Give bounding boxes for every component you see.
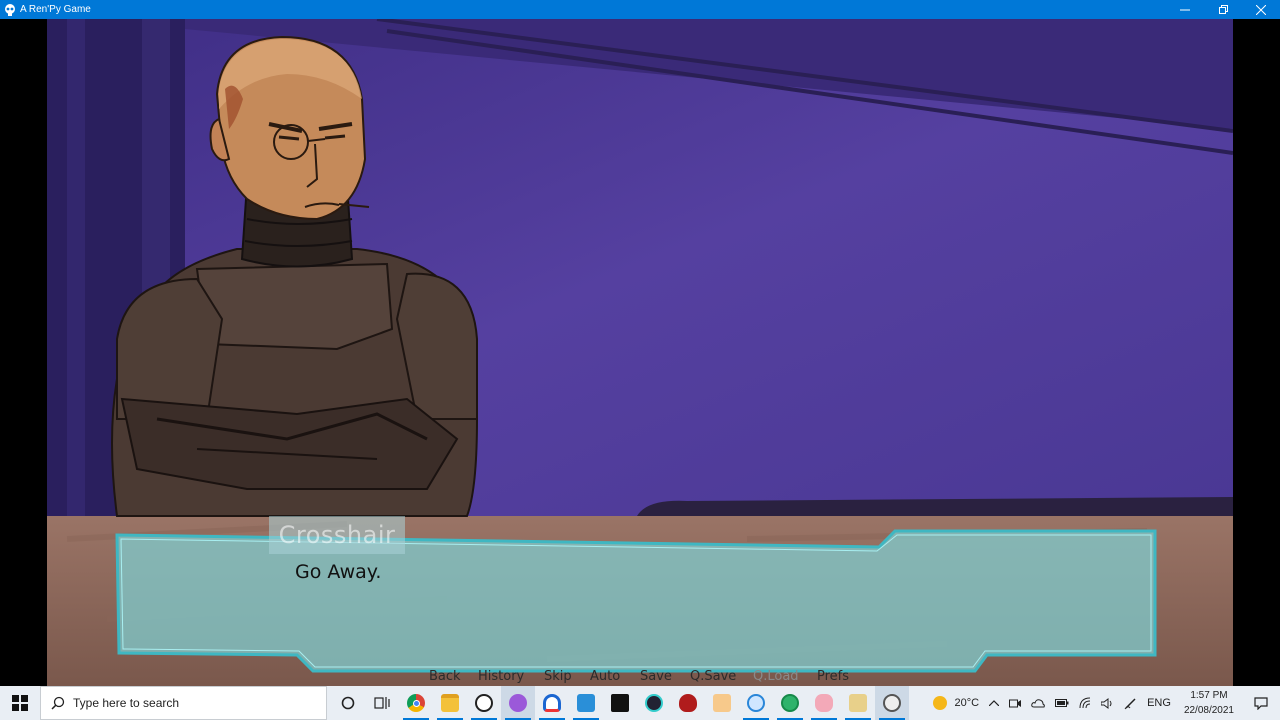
clock-date: 22/08/2021	[1183, 705, 1234, 716]
app-icon	[611, 694, 629, 712]
taskbar-app-9[interactable]	[841, 686, 875, 720]
app-icon	[509, 694, 527, 712]
quick-menu-auto[interactable]: Auto	[590, 669, 620, 684]
taskbar-app-renpy[interactable]	[875, 686, 909, 720]
taskbar: 20°C ENG 1:57 PM 22/08/2021	[0, 686, 1280, 720]
quick-menu-qsave[interactable]: Q.Save	[690, 669, 736, 684]
headphones-icon	[543, 694, 561, 712]
tray-meet-now[interactable]	[1004, 686, 1026, 720]
tray-onedrive[interactable]	[1026, 686, 1050, 720]
taskbar-search[interactable]	[40, 686, 327, 720]
window-title: A Ren'Py Game	[20, 4, 91, 15]
file-explorer-icon	[441, 694, 459, 712]
taskbar-app-chrome[interactable]	[399, 686, 433, 720]
close-button[interactable]	[1242, 0, 1280, 19]
taskbar-app-5[interactable]	[671, 686, 705, 720]
start-button[interactable]	[0, 686, 40, 720]
taskbar-app-8[interactable]	[807, 686, 841, 720]
quick-menu-back[interactable]: Back	[429, 669, 461, 684]
app-icon	[679, 694, 697, 712]
app-icon	[645, 694, 663, 712]
close-icon	[1256, 4, 1266, 15]
taskbar-app-steam[interactable]	[467, 686, 501, 720]
system-tray: 20°C ENG 1:57 PM 22/08/2021	[928, 686, 1280, 720]
taskbar-app-4[interactable]	[637, 686, 671, 720]
taskbar-app-6[interactable]	[705, 686, 739, 720]
app-icon	[849, 694, 867, 712]
quick-menu-save[interactable]: Save	[640, 669, 672, 684]
search-input[interactable]	[73, 696, 313, 710]
taskbar-app-1[interactable]	[501, 686, 535, 720]
wifi-icon	[1079, 697, 1091, 709]
taskbar-app-file-explorer[interactable]	[433, 686, 467, 720]
search-icon	[51, 696, 65, 710]
tray-wifi[interactable]	[1074, 686, 1096, 720]
window-titlebar: A Ren'Py Game	[0, 0, 1280, 19]
chrome-icon	[407, 694, 425, 712]
quick-menu-history[interactable]: History	[478, 669, 524, 684]
cloud-icon	[1031, 698, 1045, 707]
steam-icon	[475, 694, 493, 712]
cortana-button[interactable]	[331, 686, 365, 720]
clock-time: 1:57 PM	[1190, 690, 1228, 701]
app-icon	[577, 694, 595, 712]
scene-background	[47, 19, 1233, 686]
notification-icon	[1254, 696, 1268, 710]
tray-volume[interactable]	[1096, 686, 1119, 720]
weather-temp: 20°C	[954, 697, 980, 709]
taskbar-app-3[interactable]	[603, 686, 637, 720]
speaker-namebox: Crosshair	[269, 516, 405, 554]
task-view-icon	[374, 697, 390, 709]
speaker-icon	[1101, 697, 1112, 709]
app-icon	[815, 694, 833, 712]
chevron-up-icon	[989, 700, 1000, 706]
task-view-button[interactable]	[365, 686, 399, 720]
tray-language[interactable]: ENG	[1142, 686, 1176, 720]
globe-icon	[781, 694, 799, 712]
taskbar-app-2[interactable]	[569, 686, 603, 720]
quick-menu-qload[interactable]: Q.Load	[753, 669, 799, 684]
game-viewport[interactable]: Crosshair Go Away. Back History Skip Aut…	[47, 19, 1233, 686]
taskbar-app-audio[interactable]	[535, 686, 569, 720]
maximize-button[interactable]	[1204, 0, 1242, 19]
maximize-icon	[1219, 4, 1228, 14]
taskbar-app-7[interactable]	[739, 686, 773, 720]
taskbar-app-globe[interactable]	[773, 686, 807, 720]
tray-pen[interactable]	[1119, 686, 1142, 720]
quick-menu-skip[interactable]: Skip	[544, 669, 572, 684]
skull-icon	[883, 694, 901, 712]
taskbar-clock[interactable]: 1:57 PM 22/08/2021	[1176, 688, 1242, 718]
app-icon	[747, 694, 765, 712]
cortana-circle-icon	[341, 696, 355, 710]
windows-icon	[12, 695, 28, 711]
minimize-button[interactable]	[1166, 0, 1204, 19]
skull-icon	[3, 3, 16, 16]
quick-menu: Back History Skip Auto Save Q.Save Q.Loa…	[47, 669, 1233, 686]
tray-battery[interactable]	[1050, 686, 1074, 720]
pen-icon	[1124, 697, 1136, 709]
speaker-name: Crosshair	[278, 521, 396, 549]
camera-icon	[1009, 699, 1022, 708]
weather-widget[interactable]: 20°C	[928, 686, 985, 720]
sun-icon	[932, 696, 947, 710]
app-icon	[713, 694, 731, 712]
minimize-icon	[1180, 9, 1190, 10]
notifications-button[interactable]	[1242, 686, 1280, 720]
battery-icon	[1055, 699, 1069, 707]
dialogue-text: Go Away.	[295, 561, 382, 583]
quick-menu-prefs[interactable]: Prefs	[817, 669, 849, 684]
show-hidden-icons-button[interactable]	[984, 686, 1004, 720]
